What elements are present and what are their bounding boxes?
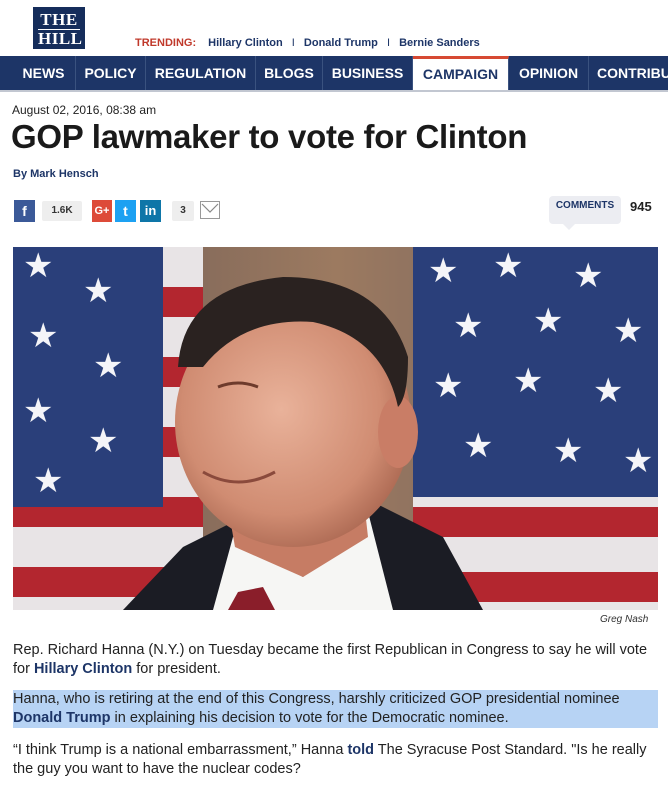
article-paragraph-highlighted: Hanna, who is retiring at the end of thi… — [13, 690, 658, 728]
main-nav: NEWS POLICY REGULATION BLOGS BUSINESS CA… — [0, 56, 668, 92]
svg-text:★: ★ — [88, 421, 118, 461]
svg-text:★: ★ — [23, 391, 53, 431]
trending-label: TRENDING: — [135, 37, 197, 49]
linkedin-icon[interactable]: in — [140, 200, 161, 222]
comments-count[interactable]: 945 — [630, 199, 652, 214]
nav-news[interactable]: NEWS — [12, 56, 76, 90]
trending-link-hillary-clinton[interactable]: Hillary Clinton — [208, 37, 283, 49]
facebook-icon[interactable]: f — [14, 200, 35, 222]
nav-blogs[interactable]: BLOGS — [256, 56, 323, 90]
nav-policy[interactable]: POLICY — [76, 56, 146, 90]
link-told[interactable]: told — [347, 742, 374, 758]
article-headline: GOP lawmaker to vote for Clinton — [11, 118, 528, 155]
trending-link-donald-trump[interactable]: Donald Trump — [304, 37, 378, 49]
paragraph-text: for president. — [132, 661, 221, 677]
link-donald-trump[interactable]: Donald Trump — [13, 710, 110, 726]
article-paragraph: “I think Trump is a national embarrassme… — [13, 741, 658, 779]
logo-line-2: HILL — [38, 29, 83, 48]
nav-contributors[interactable]: CONTRIBU — [589, 56, 668, 90]
nav-business[interactable]: BUSINESS — [323, 56, 413, 90]
svg-text:★: ★ — [573, 256, 603, 296]
site-header: THE HILL TRENDING: Hillary Clinton I Don… — [0, 0, 668, 56]
comments-button[interactable]: COMMENTS — [549, 196, 621, 230]
trending-link-bernie-sanders[interactable]: Bernie Sanders — [399, 37, 480, 49]
the-hill-logo[interactable]: THE HILL — [33, 7, 85, 49]
svg-text:★: ★ — [453, 306, 483, 346]
svg-text:★: ★ — [623, 441, 653, 481]
trending-separator: I — [291, 37, 295, 49]
svg-text:★: ★ — [553, 431, 583, 471]
linkedin-share-count: 3 — [172, 201, 194, 221]
link-hillary-clinton[interactable]: Hillary Clinton — [34, 661, 132, 677]
nav-regulation[interactable]: REGULATION — [146, 56, 256, 90]
photo-credit: Greg Nash — [600, 614, 649, 625]
svg-text:★: ★ — [28, 316, 58, 356]
trending-bar: TRENDING: Hillary Clinton I Donald Trump… — [135, 37, 480, 49]
svg-text:★: ★ — [433, 366, 463, 406]
paragraph-text: in explaining his decision to vote for t… — [110, 710, 509, 726]
svg-text:★: ★ — [83, 271, 113, 311]
nav-opinion[interactable]: OPINION — [509, 56, 589, 90]
svg-text:★: ★ — [93, 346, 123, 386]
article-photo: ★ ★ ★ ★ ★ ★ ★ ★ ★ ★ ★ ★ ★ ★ ★ ★ ★ ★ ★ — [13, 247, 658, 610]
svg-text:★: ★ — [513, 361, 543, 401]
article-byline[interactable]: By Mark Hensch — [13, 168, 99, 180]
svg-text:★: ★ — [428, 251, 458, 291]
article-paragraph: Rep. Richard Hanna (N.Y.) on Tuesday bec… — [13, 641, 658, 679]
svg-text:★: ★ — [613, 311, 643, 351]
svg-text:★: ★ — [593, 371, 623, 411]
svg-text:★: ★ — [23, 247, 53, 286]
svg-text:★: ★ — [463, 426, 493, 466]
logo-line-1: THE — [40, 10, 78, 29]
svg-text:★: ★ — [493, 247, 523, 286]
paragraph-text: Hanna, who is retiring at the end of thi… — [13, 691, 620, 707]
paragraph-text: “I think Trump is a national embarrassme… — [13, 742, 348, 758]
svg-text:★: ★ — [533, 301, 563, 341]
svg-text:★: ★ — [33, 461, 63, 501]
email-icon[interactable] — [200, 201, 220, 219]
nav-campaign[interactable]: CAMPAIGN — [413, 56, 509, 90]
facebook-share-count: 1.6K — [42, 201, 82, 221]
twitter-icon[interactable]: t — [115, 200, 136, 222]
article-date: August 02, 2016, 08:38 am — [12, 103, 157, 117]
trending-separator: I — [386, 37, 390, 49]
google-plus-icon[interactable]: G+ — [92, 200, 112, 222]
